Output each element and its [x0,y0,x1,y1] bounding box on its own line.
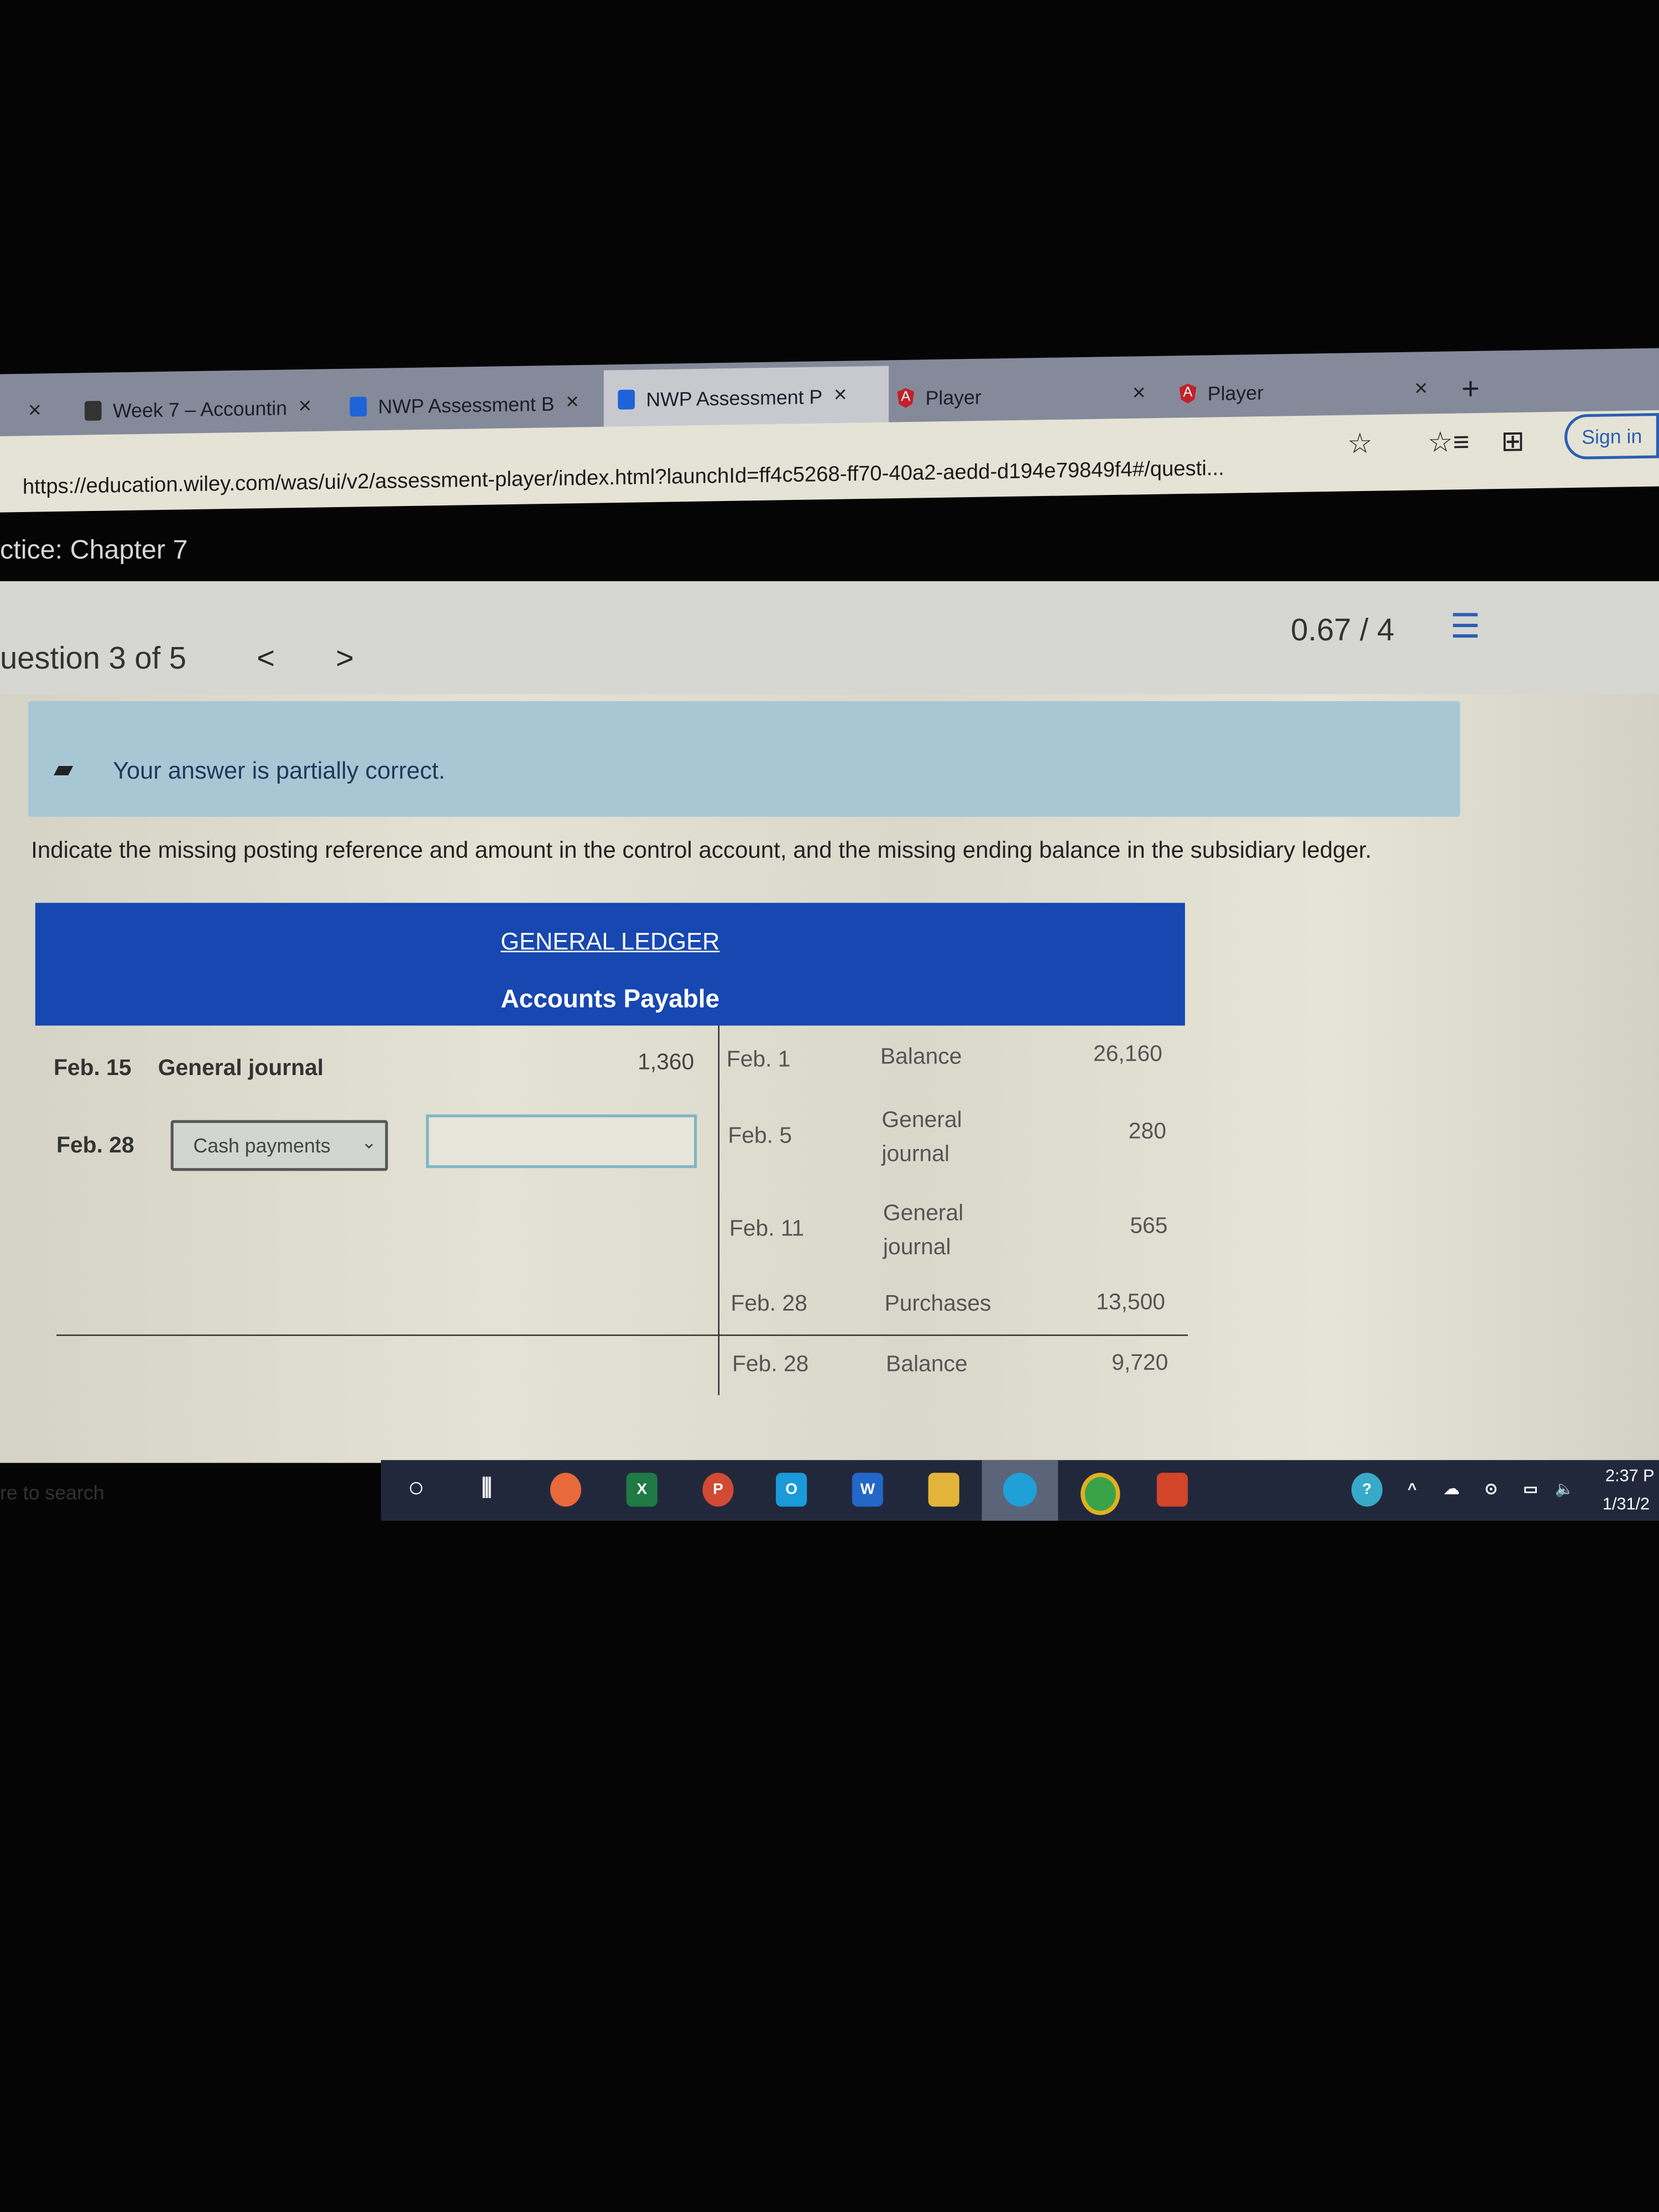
angular-icon: A [1180,384,1197,404]
credit-amount: 26,160 [1093,1042,1162,1067]
question-label: uestion 3 of 5 [0,640,187,676]
credit-ref: General journal [883,1202,964,1260]
ending-date: Feb. 28 [732,1353,809,1377]
photo-of-screen: × Week 7 – Accountin × NWP Assessment B … [0,0,1659,2212]
debit-date: Feb. 15 [53,1056,132,1081]
close-icon[interactable]: × [566,390,579,416]
cortana-icon[interactable]: ○ [400,1473,431,1506]
chrome-icon[interactable] [1081,1473,1120,1515]
word-icon[interactable]: W [852,1473,883,1507]
new-tab-button[interactable]: + [1462,365,1480,413]
credit-amount: 13,500 [1096,1291,1165,1315]
amount-input[interactable] [426,1114,697,1168]
tab-player-1[interactable]: A Player × [897,371,1145,422]
credit-date: Feb. 28 [731,1292,807,1317]
onedrive-icon[interactable]: ☁ [1436,1473,1467,1506]
taskbar-search[interactable]: re to search [0,1481,105,1504]
firefox-icon[interactable] [550,1473,582,1507]
show-hidden-icons[interactable]: ^ [1396,1473,1427,1506]
edge-icon [1003,1473,1037,1507]
credit-ref: Balance [880,1045,962,1070]
tab-week7[interactable]: Week 7 – Accountin × [85,383,325,435]
add-favorite-icon[interactable]: ☆ [1347,426,1373,461]
outlook-icon[interactable]: O [776,1473,807,1507]
wp-icon [349,397,367,417]
task-view-icon[interactable]: ⫼ [471,1473,502,1506]
ending-ref: Balance [886,1353,968,1377]
credit-date: Feb. 11 [729,1217,805,1241]
question-list-icon[interactable]: ☰ [1450,607,1480,648]
close-icon[interactable]: × [834,383,847,409]
powerpoint-icon[interactable]: P [702,1473,734,1507]
account-name: Accounts Payable [500,984,720,1013]
collections-icon[interactable]: ⊞ [1501,424,1525,459]
favorites-icon[interactable]: ☆≡ [1428,425,1470,461]
feedback-text: Your answer is partially correct. [113,757,446,785]
close-icon[interactable]: × [1133,382,1146,407]
debit-date: Feb. 28 [56,1134,134,1159]
score: 0.67 / 4 [1291,612,1395,648]
credit-date: Feb. 5 [728,1124,792,1149]
ledger-header: GENERAL LEDGER Accounts Payable [35,902,1185,1026]
file-explorer-icon[interactable] [928,1473,959,1507]
excel-icon[interactable]: X [626,1473,658,1507]
course-title: ctice: Chapter 7 [0,536,188,566]
ledger-title: GENERAL LEDGER [500,928,720,956]
tab-nwp-p[interactable]: NWP Assessment P × [603,366,889,430]
credit-ref: Purchases [884,1292,992,1317]
credit-amount: 565 [1130,1214,1168,1239]
battery-icon[interactable]: ▭ [1515,1473,1546,1506]
prev-question-button[interactable]: < [257,640,275,677]
angular-icon: A [897,388,914,408]
eraser-icon: ▰ [53,754,74,783]
edge-taskbar-slot[interactable] [982,1460,1058,1521]
taskbar: ○ ⫼ X P O W ? ^ ☁ ⊙ ▭ 🔈 2:37 P 1/31/2 [380,1460,1659,1521]
debit-amount: 1,360 [638,1051,695,1075]
network-icon[interactable]: ⊙ [1475,1473,1506,1506]
total-line [56,1334,1188,1336]
question-bar: uestion 3 of 5 < > 0.67 / 4 ☰ [0,581,1659,700]
ending-balance: 9,720 [1112,1351,1168,1376]
tab-nwp-b[interactable]: NWP Assessment B × [349,379,593,431]
t-account-divider [718,1025,720,1395]
posting-ref-select[interactable]: Cash payments ⌄ [170,1120,388,1171]
tab-player-2[interactable]: A Player × [1180,366,1428,418]
feedback-banner: ▰ Your answer is partially correct. [28,701,1460,817]
wp-icon [618,389,635,410]
next-question-button[interactable]: > [336,640,354,677]
close-icon[interactable]: × [1415,377,1428,403]
credit-amount: 280 [1128,1120,1166,1144]
volume-icon[interactable]: 🔈 [1549,1473,1580,1506]
url-field[interactable]: https://education.wiley.com/was/ui/v2/as… [23,457,1224,500]
credit-ref: General journal [881,1109,962,1167]
office-icon[interactable] [1156,1473,1188,1507]
sign-in-button[interactable]: Sign in [1564,413,1659,460]
credit-date: Feb. 1 [726,1048,791,1072]
close-icon[interactable]: × [298,395,311,420]
instruction-text: Indicate the missing posting reference a… [31,838,1372,864]
close-tab-button[interactable]: × [28,388,41,436]
debit-ref: General journal [158,1056,324,1081]
clock-time[interactable]: 2:37 P [1605,1465,1655,1485]
help-icon[interactable]: ? [1351,1473,1383,1507]
chevron-down-icon: ⌄ [361,1131,377,1153]
wiley-icon [85,400,102,421]
clock-date[interactable]: 1/31/2 [1603,1494,1650,1514]
